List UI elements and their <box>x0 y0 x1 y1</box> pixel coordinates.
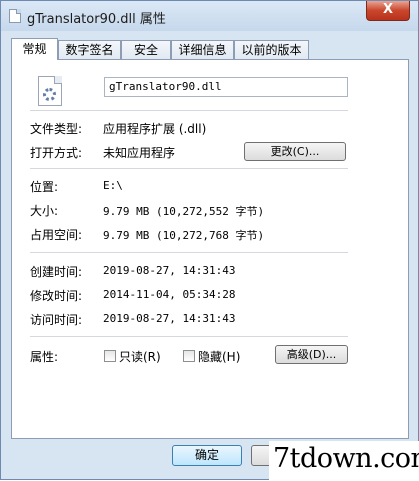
hidden-checkbox[interactable] <box>183 350 195 362</box>
tab-general[interactable]: 常规 <box>11 38 58 60</box>
divider <box>30 168 348 169</box>
file-name-input[interactable]: gTranslator90.dll <box>104 77 348 97</box>
close-button[interactable]: X <box>366 1 410 21</box>
hidden-label[interactable]: 隐藏(H) <box>198 348 240 365</box>
divider <box>30 110 348 111</box>
readonly-checkbox[interactable] <box>104 350 116 362</box>
open-with-value: 未知应用程序 <box>103 146 176 160</box>
tab-security[interactable]: 安全 <box>121 40 171 59</box>
created-label: 创建时间: <box>30 265 83 279</box>
watermark-text: 7tdown.com <box>273 443 419 474</box>
location-label: 位置: <box>30 180 59 194</box>
title-bar: gTranslator90.dll 属性 X <box>1 1 418 31</box>
properties-dialog: gTranslator90.dll 属性 X 常规 数字签名 安全 详细信息 以… <box>0 0 419 481</box>
accessed-value: 2019-08-27, 14:31:43 <box>103 312 236 325</box>
ok-button[interactable]: 确定 <box>172 445 242 466</box>
readonly-label[interactable]: 只读(R) <box>119 348 161 365</box>
tab-previous-versions[interactable]: 以前的版本 <box>234 40 309 59</box>
modified-value: 2014-11-04, 05:34:28 <box>103 288 236 301</box>
window-title: gTranslator90.dll 属性 <box>27 12 166 27</box>
size-label: 大小: <box>30 204 59 218</box>
general-panel: gTranslator90.dll 文件类型: 应用程序扩展 (.dll) 打开… <box>11 59 409 439</box>
dll-file-icon <box>38 76 62 106</box>
attributes-label: 属性: <box>30 350 59 364</box>
file-type-value: 应用程序扩展 (.dll) <box>103 122 207 136</box>
open-with-label: 打开方式: <box>30 146 83 160</box>
file-type-label: 文件类型: <box>30 122 83 136</box>
tab-details[interactable]: 详细信息 <box>171 40 234 59</box>
change-button[interactable]: 更改(C)... <box>244 142 346 161</box>
watermark: 7tdown.com <box>269 441 419 481</box>
location-value: E:\ <box>103 179 123 192</box>
tab-digital-signature[interactable]: 数字签名 <box>58 40 121 59</box>
modified-label: 修改时间: <box>30 289 83 303</box>
size-on-disk-value: 9.79 MB (10,272,768 字节) <box>103 229 265 242</box>
gear-icon <box>43 88 56 101</box>
advanced-button[interactable]: 高级(D)... <box>275 345 348 364</box>
created-value: 2019-08-27, 14:31:43 <box>103 264 236 277</box>
divider <box>30 252 348 253</box>
size-value: 9.79 MB (10,272,552 字节) <box>103 205 265 218</box>
accessed-label: 访问时间: <box>30 313 83 327</box>
size-on-disk-label: 占用空间: <box>30 228 83 242</box>
divider <box>30 336 348 337</box>
file-icon <box>9 9 21 23</box>
